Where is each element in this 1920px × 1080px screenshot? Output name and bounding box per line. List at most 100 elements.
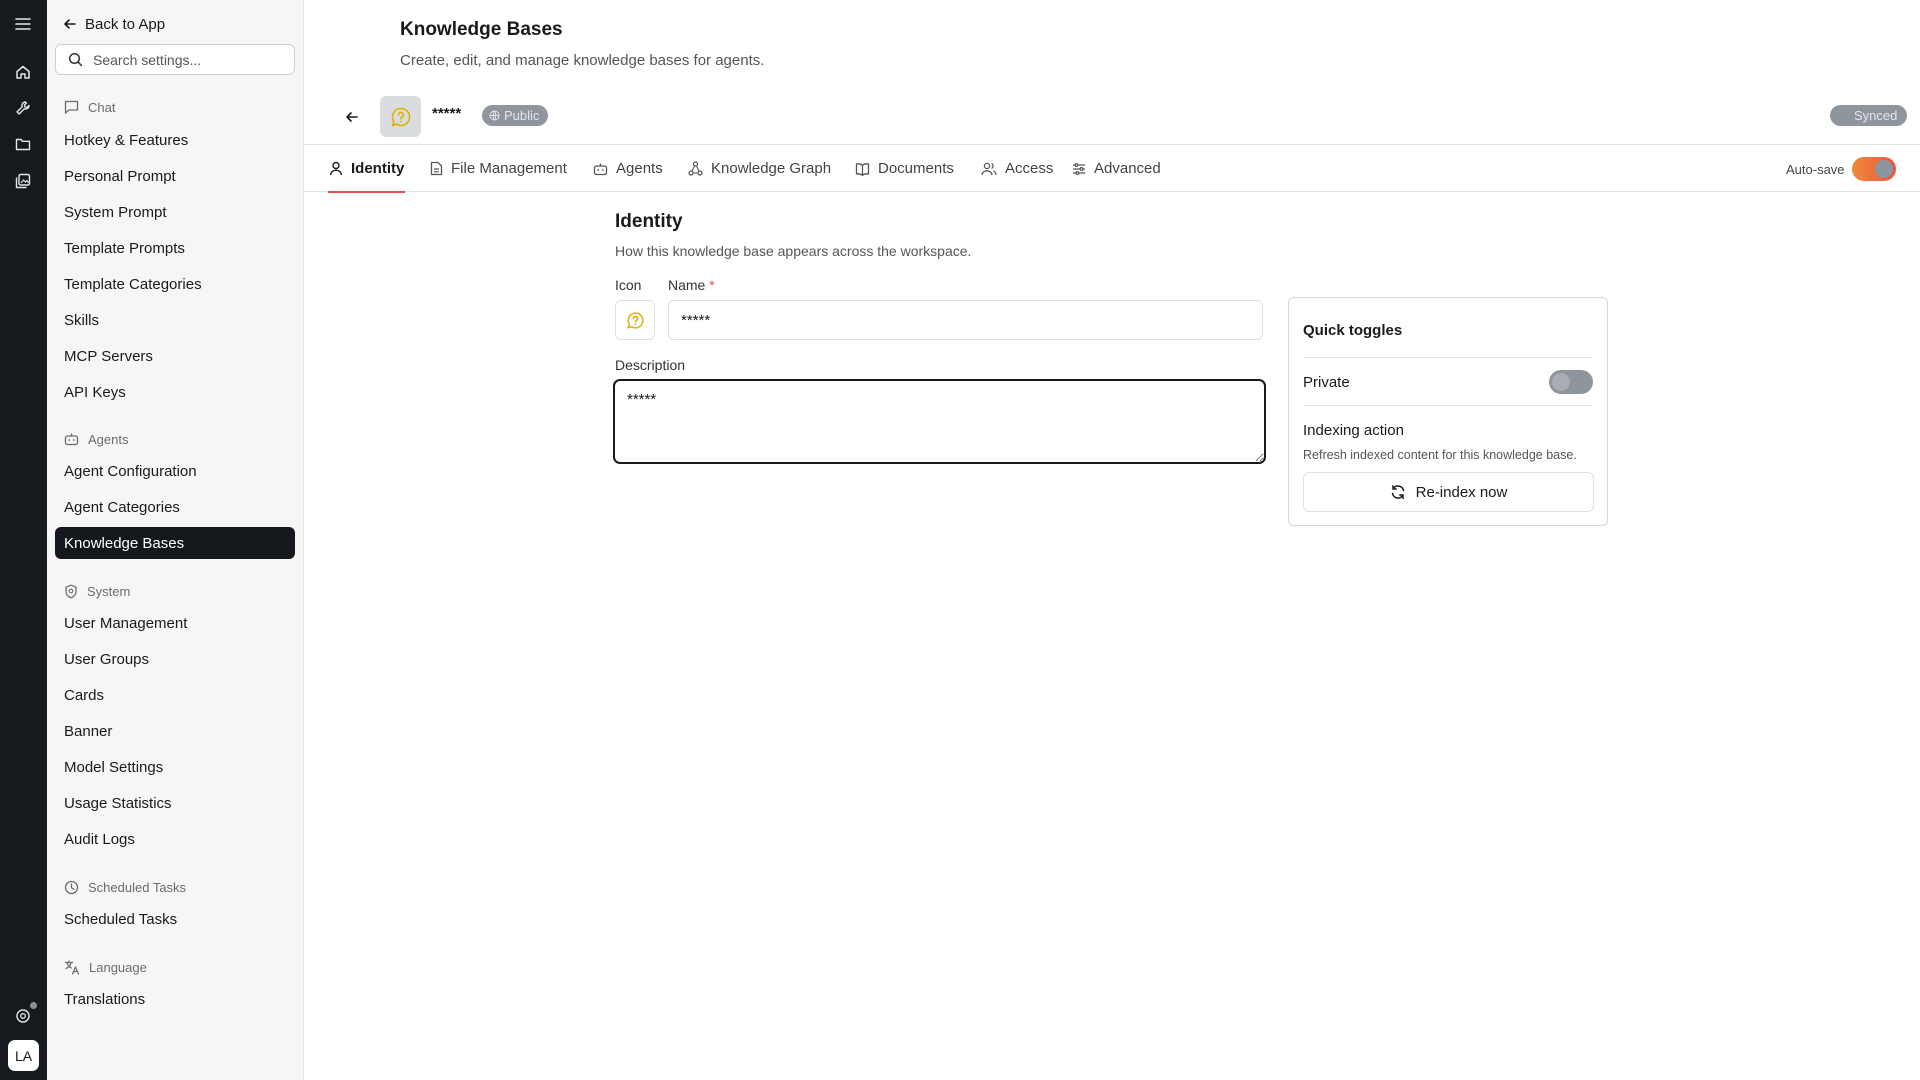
clock-icon — [64, 880, 79, 894]
search-icon — [68, 52, 83, 67]
private-toggle-knob — [1552, 373, 1570, 391]
section-language-label: Language — [89, 959, 147, 975]
tab-advanced[interactable]: Advanced — [1072, 145, 1161, 192]
tab-access[interactable]: Access — [981, 145, 1053, 192]
tab-knowledge-graph[interactable]: Knowledge Graph — [688, 145, 831, 192]
globe-icon — [489, 110, 500, 121]
autosave-label: Auto-save — [1786, 161, 1845, 177]
user-icon — [329, 161, 343, 176]
folder-icon[interactable] — [12, 133, 34, 155]
sidebar-item-personal-prompt[interactable]: Personal Prompt — [55, 160, 295, 192]
sidebar-item-template-prompts[interactable]: Template Prompts — [55, 232, 295, 264]
description-textarea[interactable]: ***** — [613, 379, 1266, 464]
graph-icon — [688, 161, 703, 176]
kb-back-button[interactable] — [340, 105, 364, 129]
sidebar-item-user-groups[interactable]: User Groups — [55, 643, 295, 675]
notification-dot — [30, 1002, 37, 1009]
sidebar-item-banner[interactable]: Banner — [55, 715, 295, 747]
sidebar-item-api-keys[interactable]: API Keys — [55, 376, 295, 408]
main-content: Knowledge Bases Create, edit, and manage… — [304, 0, 1920, 1080]
private-toggle[interactable] — [1549, 370, 1593, 394]
translate-icon — [64, 959, 80, 975]
kb-avatar — [380, 96, 421, 137]
icon-rail: LA — [0, 0, 47, 1080]
tab-identity-label: Identity — [351, 160, 405, 177]
chat-icon — [64, 100, 79, 114]
tab-documents-label: Documents — [878, 160, 954, 177]
sidebar-item-audit-logs[interactable]: Audit Logs — [55, 823, 295, 855]
sidebar-item-model-settings[interactable]: Model Settings — [55, 751, 295, 783]
sidebar-item-translations[interactable]: Translations — [55, 983, 295, 1015]
users-icon — [981, 162, 997, 175]
file-icon — [430, 161, 443, 176]
sidebar-item-agent-categories[interactable]: Agent Categories — [55, 491, 295, 523]
icon-label: Icon — [615, 277, 642, 293]
tab-documents[interactable]: Documents — [855, 145, 954, 192]
identity-section-description: How this knowledge base appears across t… — [615, 243, 972, 259]
description-label: Description — [615, 357, 686, 373]
icon-picker-button[interactable] — [615, 300, 655, 340]
kb-name: ***** — [432, 105, 462, 122]
search-input[interactable] — [93, 51, 294, 68]
menu-icon[interactable] — [12, 13, 34, 35]
help-bubble-icon — [626, 311, 644, 329]
tab-bar: Identity File Management Agents Knowledg… — [304, 144, 1920, 193]
back-to-app-link[interactable]: Back to App — [63, 13, 165, 35]
autosave-toggle-knob — [1875, 160, 1893, 178]
name-input[interactable] — [668, 300, 1263, 340]
section-system: System — [64, 582, 130, 600]
section-agents-label: Agents — [88, 431, 129, 447]
bot-icon — [64, 433, 79, 446]
divider — [1303, 357, 1593, 358]
section-chat: Chat — [64, 98, 115, 116]
sidebar-item-hotkey[interactable]: Hotkey & Features — [55, 124, 295, 156]
wrench-icon[interactable] — [12, 97, 34, 119]
sidebar-item-cards[interactable]: Cards — [55, 679, 295, 711]
sync-status-badge: Synced — [1830, 105, 1908, 126]
section-language: Language — [64, 958, 147, 976]
sidebar-item-agent-configuration[interactable]: Agent Configuration — [55, 455, 295, 487]
tab-knowledge-graph-label: Knowledge Graph — [711, 160, 832, 177]
sidebar-item-knowledge-bases[interactable]: Knowledge Bases — [55, 527, 295, 559]
section-scheduled-tasks: Scheduled Tasks — [64, 878, 186, 896]
identity-section-title: Identity — [615, 211, 683, 232]
name-label-text: Name — [668, 277, 706, 293]
gallery-icon[interactable] — [12, 170, 34, 192]
tab-file-management-label: File Management — [451, 160, 567, 177]
visibility-badge: Public — [482, 105, 549, 126]
shield-icon — [65, 584, 77, 598]
quick-toggles-card: Quick toggles Private Indexing action Re… — [1288, 297, 1608, 526]
section-system-label: System — [87, 583, 131, 599]
sidebar-item-scheduled-tasks[interactable]: Scheduled Tasks — [55, 903, 295, 935]
tab-identity[interactable]: Identity — [327, 145, 406, 193]
sidebar-item-user-management[interactable]: User Management — [55, 607, 295, 639]
tab-access-label: Access — [1005, 160, 1054, 177]
arrow-left-icon — [64, 19, 76, 29]
divider — [1303, 405, 1593, 406]
page-title: Knowledge Bases — [400, 19, 563, 40]
autosave-toggle[interactable] — [1852, 157, 1896, 181]
user-avatar[interactable]: LA — [8, 1040, 39, 1071]
sliders-icon — [1073, 162, 1085, 175]
required-mark: * — [709, 277, 715, 293]
indexing-action-title: Indexing action — [1303, 422, 1404, 439]
bot-icon — [593, 163, 608, 175]
settings-search[interactable] — [55, 44, 295, 75]
section-scheduled-label: Scheduled Tasks — [88, 879, 187, 895]
indexing-action-description: Refresh indexed content for this knowled… — [1303, 448, 1577, 462]
page-subtitle: Create, edit, and manage knowledge bases… — [400, 52, 765, 69]
sidebar-item-usage-statistics[interactable]: Usage Statistics — [55, 787, 295, 819]
reindex-label: Re-index now — [1415, 483, 1508, 501]
reindex-button[interactable]: Re-index now — [1303, 472, 1594, 512]
help-bubble-icon — [391, 107, 410, 126]
home-icon[interactable] — [12, 61, 34, 83]
sidebar-item-mcp-servers[interactable]: MCP Servers — [55, 340, 295, 372]
section-chat-label: Chat — [88, 99, 116, 115]
tab-agents-label: Agents — [616, 160, 663, 177]
tab-agents[interactable]: Agents — [593, 145, 663, 192]
tab-file-management[interactable]: File Management — [430, 145, 567, 192]
sidebar-item-skills[interactable]: Skills — [55, 304, 295, 336]
sidebar-item-template-categories[interactable]: Template Categories — [55, 268, 295, 300]
private-label: Private — [1303, 374, 1350, 391]
sidebar-item-system-prompt[interactable]: System Prompt — [55, 196, 295, 228]
